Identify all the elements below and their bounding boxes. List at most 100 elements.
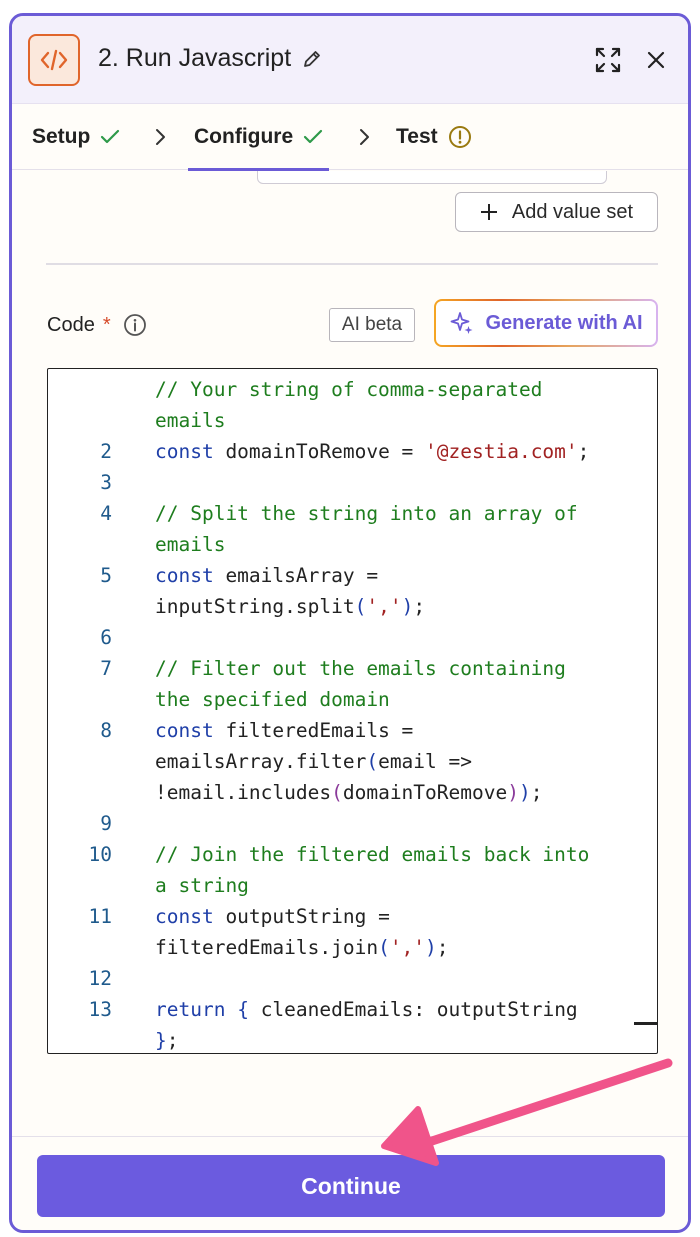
- code-token: ): [507, 781, 519, 804]
- check-icon: [101, 129, 120, 144]
- code-text: a string: [155, 870, 249, 901]
- code-text: emails: [155, 405, 225, 436]
- step-editor-panel: 2. Run Javascript Setup Configure Test A…: [9, 13, 691, 1233]
- panel-header: 2. Run Javascript: [12, 16, 688, 104]
- code-line: // Your string of comma-separated: [48, 374, 657, 405]
- code-text: !email.includes(domainToRemove));: [155, 777, 542, 808]
- code-token: {: [237, 998, 249, 1021]
- code-line: 11 const outputString =: [48, 901, 657, 932]
- code-line: 8 const filteredEmails =: [48, 715, 657, 746]
- code-text: // Join the filtered emails back into: [155, 839, 589, 870]
- code-token: ;: [413, 595, 426, 618]
- code-text: // Your string of comma-separated: [155, 374, 542, 405]
- code-token: emails: [155, 533, 226, 556]
- code-line: inputString.split(',');: [48, 591, 657, 622]
- code-token: inputString.split: [155, 595, 355, 618]
- code-text: const emailsArray =: [155, 560, 378, 591]
- code-editor[interactable]: // Your string of comma-separated emails 2…: [47, 368, 658, 1054]
- code-token: const: [155, 719, 214, 742]
- code-line: 4 // Split the string into an array of: [48, 498, 657, 529]
- sparkle-icon: [451, 312, 473, 334]
- code-text: // Filter out the emails containing: [155, 653, 566, 684]
- code-line: 3: [48, 467, 657, 498]
- code-line: a string: [48, 870, 657, 901]
- step-title: 2. Run Javascript: [98, 44, 292, 72]
- line-number: 7: [100, 657, 112, 680]
- chevron-right-icon: [354, 126, 374, 148]
- code-field-label: Code *: [47, 313, 147, 337]
- code-line: emails: [48, 529, 657, 560]
- line-number: 13: [88, 998, 112, 1021]
- add-value-set-label: Add value set: [511, 200, 634, 223]
- check-icon: [304, 129, 323, 144]
- code-line: 5 const emailsArray =: [48, 560, 657, 591]
- code-text: the specified domain: [155, 684, 390, 715]
- code-token: filteredEmails =: [213, 719, 414, 742]
- continue-button[interactable]: Continue: [37, 1155, 665, 1217]
- code-line: };: [48, 1025, 657, 1053]
- page-title: 2. Run Javascript: [98, 44, 323, 73]
- required-mark: *: [102, 313, 111, 336]
- code-text: const outputString =: [155, 901, 390, 932]
- ai-beta-badge: AI beta: [329, 308, 415, 342]
- code-token: // Split the string into an array of: [155, 502, 578, 525]
- code-token: emails: [155, 409, 226, 432]
- code-token: emailsArray.filter: [155, 750, 367, 773]
- code-text: filteredEmails.join(',');: [155, 932, 449, 963]
- line-number: 6: [100, 626, 112, 649]
- generate-with-ai-button[interactable]: Generate with AI: [434, 299, 658, 347]
- panel-footer: Continue: [12, 1136, 688, 1230]
- info-icon[interactable]: [123, 313, 147, 337]
- code-text: const filteredEmails =: [155, 715, 413, 746]
- code-token: email =>: [378, 750, 472, 773]
- line-number: 3: [100, 471, 112, 494]
- code-token: !email.includes: [155, 781, 332, 804]
- code-token: a string: [155, 874, 249, 897]
- code-token: (: [378, 936, 390, 959]
- code-token: // Your string of comma-separated: [155, 378, 543, 401]
- add-value-set-button[interactable]: Add value set: [455, 192, 658, 232]
- code-token: const: [155, 564, 214, 587]
- code-token: ;: [530, 781, 543, 804]
- generate-label: Generate with AI: [485, 311, 643, 334]
- code-line: the specified domain: [48, 684, 657, 715]
- code-token: (: [354, 595, 367, 618]
- code-line: 9: [48, 808, 657, 839]
- value-set-field[interactable]: [257, 171, 607, 184]
- code-text: emailsArray.filter(email =>: [155, 746, 472, 777]
- code-line: 2 const domainToRemove = '@zestia.com';: [48, 436, 657, 467]
- code-token: ;: [436, 936, 449, 959]
- tab-label: Test: [396, 125, 438, 148]
- tab-label: Setup: [32, 125, 91, 148]
- code-line: 12: [48, 963, 657, 994]
- expand-icon[interactable]: [592, 44, 624, 76]
- code-token: outputString =: [213, 905, 390, 928]
- code-line: 6: [48, 622, 657, 653]
- plus-icon: [480, 204, 497, 220]
- edit-title-icon[interactable]: [301, 48, 323, 70]
- tab-configure[interactable]: Configure: [188, 104, 330, 171]
- configure-content: Add value set Code * AI beta Generate wi…: [12, 171, 688, 1136]
- close-icon[interactable]: [640, 44, 672, 76]
- tab-test[interactable]: Test: [396, 104, 472, 170]
- code-token: cleanedEmails: outputString: [248, 998, 578, 1021]
- warning-icon: [448, 126, 471, 148]
- code-line: 7 // Filter out the emails containing: [48, 653, 657, 684]
- code-token: '@zestia.com': [425, 440, 578, 463]
- code-text: return { cleanedEmails: outputString: [155, 994, 578, 1025]
- line-number: 8: [100, 719, 112, 742]
- code-line: emailsArray.filter(email =>: [48, 746, 657, 777]
- code-token: ;: [577, 440, 590, 463]
- code-label-text: Code: [47, 313, 95, 336]
- step-tabs: Setup Configure Test: [12, 104, 688, 171]
- code-text: const domainToRemove = '@zestia.com';: [155, 436, 589, 467]
- line-number: 9: [100, 812, 112, 835]
- code-line: 10 // Join the filtered emails back into: [48, 839, 657, 870]
- code-text: emails: [155, 529, 225, 560]
- code-token: return: [155, 998, 226, 1021]
- code-token: // Join the filtered emails back into: [155, 843, 590, 866]
- tab-setup[interactable]: Setup: [32, 104, 120, 170]
- code-token: // Filter out the emails containing: [155, 657, 566, 680]
- code-icon: [28, 34, 80, 86]
